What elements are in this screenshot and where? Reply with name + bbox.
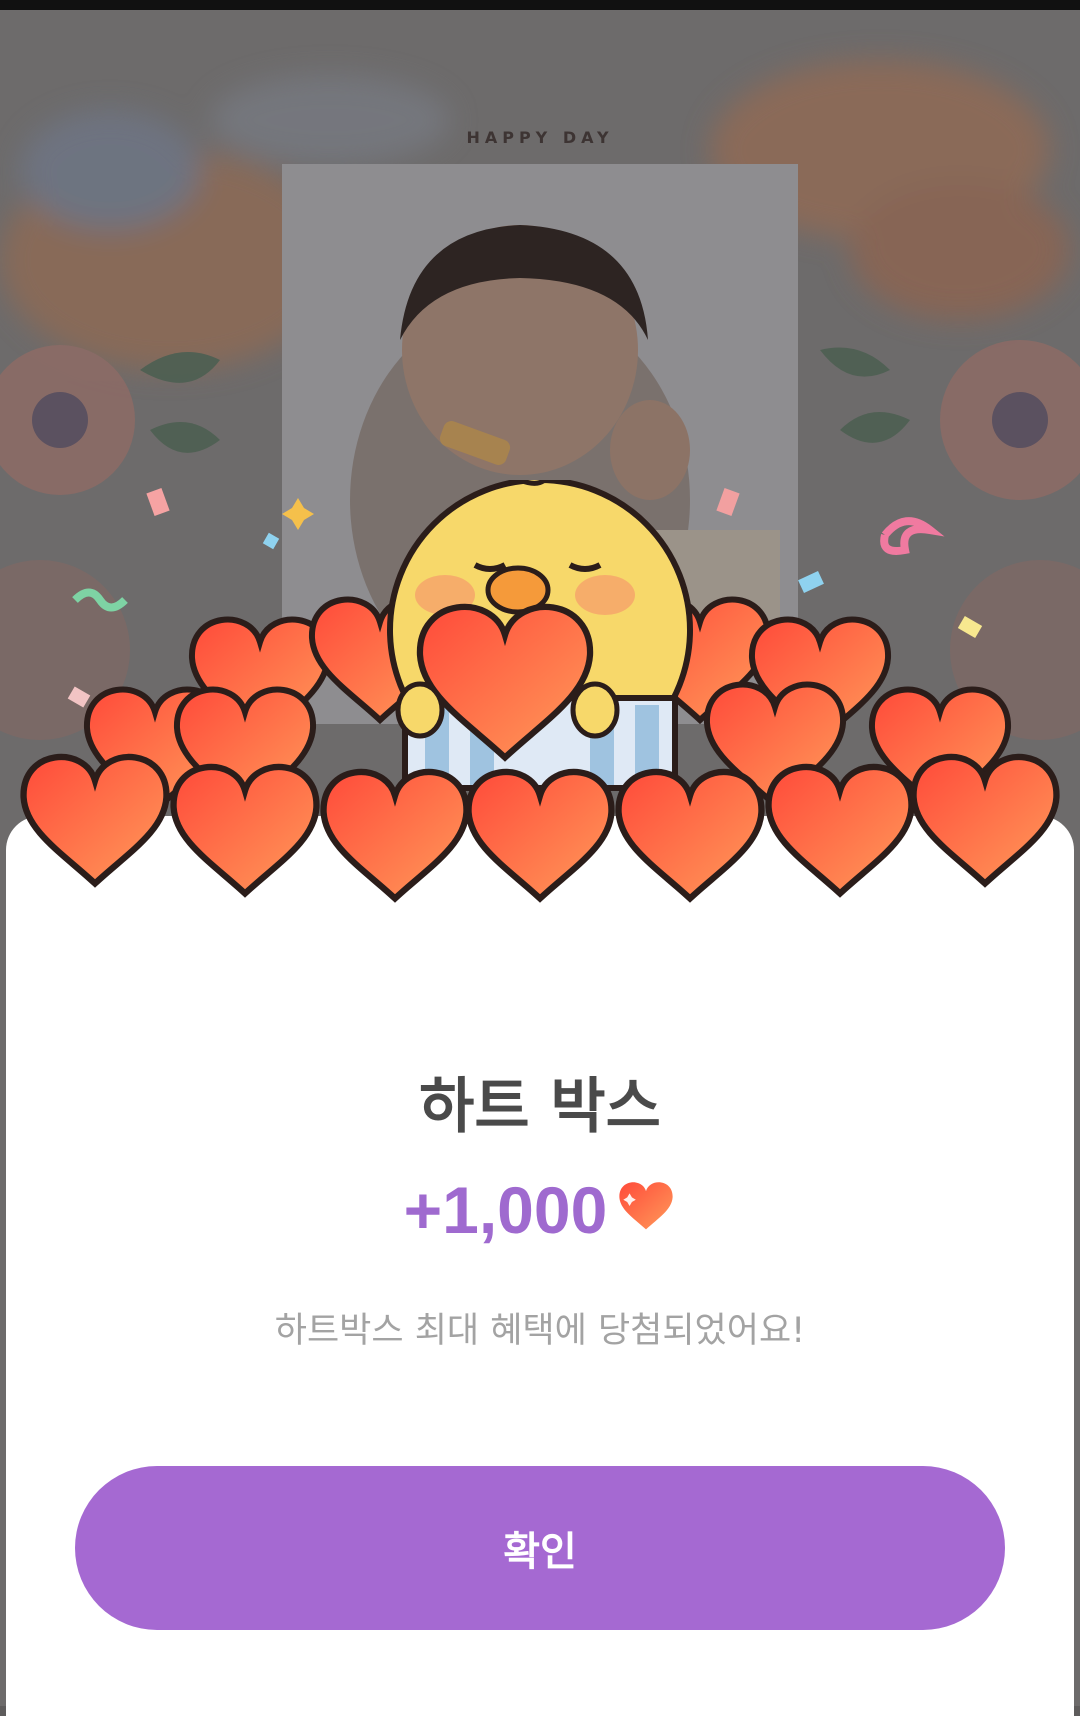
reward-amount-row: +1,000 — [0, 1172, 1080, 1248]
heart-box-illustration — [0, 480, 1080, 1000]
reward-amount: +1,000 — [403, 1173, 608, 1247]
heart-icon — [619, 1182, 674, 1230]
confirm-button[interactable]: 확인 — [75, 1466, 1005, 1630]
popup-title: 하트 박스 — [419, 1072, 661, 1142]
reward-message: 하트박스 최대 혜택에 당첨되었어요! — [274, 1311, 806, 1351]
background-caption: HAPPY DAY — [466, 128, 614, 147]
chick-character — [387, 480, 693, 791]
status-bar — [0, 0, 1080, 10]
